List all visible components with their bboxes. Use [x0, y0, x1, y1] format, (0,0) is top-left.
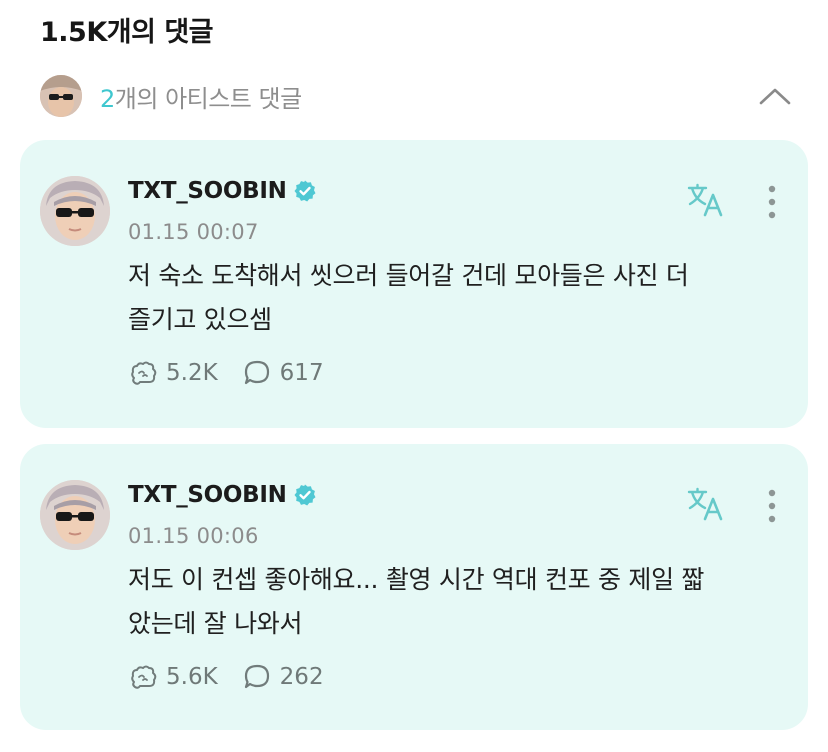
translate-icon[interactable]: [686, 182, 726, 218]
artist-avatar: [40, 75, 82, 117]
avatar[interactable]: [40, 176, 110, 246]
speech-bubble-icon: [244, 664, 269, 689]
artist-comments-count: 2: [100, 84, 115, 113]
like-count: 5.2K: [166, 360, 218, 386]
comments-count-title: 1.5K개의 댓글: [40, 17, 214, 48]
comment-card: TXT_SOOBIN 01.15 00:07 저 숙소 도착해서 씻으러 들어갈…: [20, 140, 808, 428]
like-button[interactable]: 5.6K: [128, 662, 218, 692]
comment-line: 즐기고 있으셈: [128, 305, 272, 334]
comment-stats: 5.6K 262: [128, 662, 324, 692]
like-icon: [131, 361, 157, 385]
like-button[interactable]: 5.2K: [128, 358, 218, 388]
author-row: TXT_SOOBIN: [128, 178, 317, 204]
comment-stats: 5.2K 617: [128, 358, 324, 388]
speech-bubble-icon: [244, 360, 269, 385]
comment-timestamp: 01.15 00:06: [128, 524, 259, 548]
chevron-up-icon[interactable]: [758, 82, 792, 110]
author-name[interactable]: TXT_SOOBIN: [128, 482, 287, 508]
more-options-icon[interactable]: [760, 184, 784, 220]
like-icon: [131, 665, 157, 689]
artist-comments-text: 개의 아티스트 댓글: [114, 84, 302, 113]
artist-comments-label: 2개의 아티스트 댓글: [100, 79, 302, 114]
comment-body: 저도 이 컨셉 좋아해요... 촬영 시간 역대 컨포 중 제일 짧 았는데 잘…: [128, 558, 778, 646]
reply-button[interactable]: 617: [242, 358, 324, 388]
comment-line: 저도 이 컨셉 좋아해요... 촬영 시간 역대 컨포 중 제일 짧: [128, 565, 705, 594]
translate-icon[interactable]: [686, 486, 726, 522]
comment-timestamp: 01.15 00:07: [128, 220, 259, 244]
verified-badge-icon: [294, 484, 316, 506]
verified-badge-icon: [294, 180, 316, 202]
comments-page: 1.5K개의 댓글 2개의 아티스트 댓글 TXT_SOOBIN 01.15 0…: [0, 0, 828, 752]
author-name[interactable]: TXT_SOOBIN: [128, 178, 287, 204]
more-options-icon[interactable]: [760, 488, 784, 524]
comment-card: TXT_SOOBIN 01.15 00:06 저도 이 컨셉 좋아해요... 촬…: [20, 444, 808, 730]
reply-count: 262: [279, 664, 324, 690]
artist-comments-toggle[interactable]: 2개의 아티스트 댓글: [40, 74, 800, 118]
reply-count: 617: [279, 360, 324, 386]
comment-line: 저 숙소 도착해서 씻으러 들어갈 건데 모아들은 사진 더: [128, 261, 689, 290]
like-count: 5.6K: [166, 664, 218, 690]
comment-body: 저 숙소 도착해서 씻으러 들어갈 건데 모아들은 사진 더 즐기고 있으셈: [128, 254, 778, 342]
comment-line: 았는데 잘 나와서: [128, 609, 303, 638]
reply-button[interactable]: 262: [242, 662, 324, 692]
author-row: TXT_SOOBIN: [128, 482, 317, 508]
avatar[interactable]: [40, 480, 110, 550]
